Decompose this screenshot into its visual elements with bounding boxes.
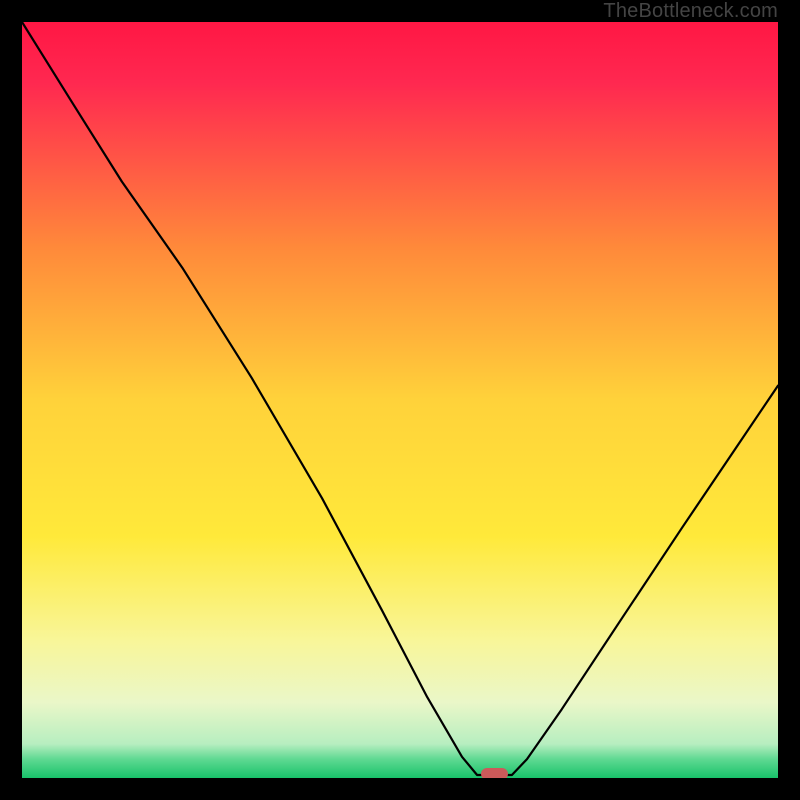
watermark-text: TheBottleneck.com [603, 0, 778, 23]
chart-frame: TheBottleneck.com [0, 0, 800, 800]
plot-area [22, 22, 778, 778]
highlight-marker [481, 768, 507, 778]
chart-curve [22, 22, 778, 778]
